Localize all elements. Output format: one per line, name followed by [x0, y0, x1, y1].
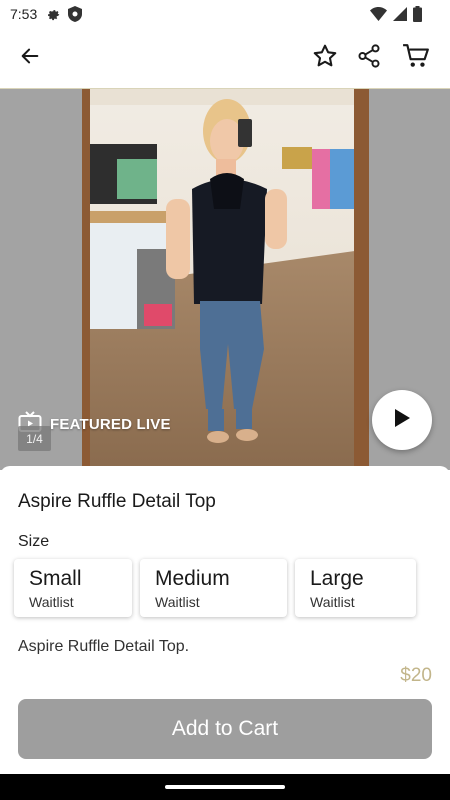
size-label: Size: [18, 533, 50, 550]
product-details-sheet: Aspire Ruffle Detail Top Size Small Wait…: [0, 466, 450, 654]
size-status: Waitlist: [155, 594, 200, 610]
featured-live-label: FEATURED LIVE: [50, 416, 171, 433]
status-bar: 7:53: [0, 0, 450, 28]
gear-icon: [46, 7, 61, 27]
system-nav-bar: [0, 774, 450, 800]
shield-icon: [68, 6, 82, 27]
product-price: $20: [400, 665, 432, 686]
star-icon: [312, 43, 338, 74]
size-name: Small: [29, 567, 82, 590]
play-icon: [392, 407, 412, 434]
home-handle[interactable]: [165, 785, 285, 789]
wifi-icon: [370, 7, 387, 26]
app-bar: [0, 28, 450, 90]
back-button[interactable]: [14, 42, 46, 74]
signal-icon: [393, 7, 407, 26]
image-counter: 1/4: [18, 426, 51, 451]
share-icon: [356, 43, 382, 74]
product-description: Aspire Ruffle Detail Top.: [18, 638, 190, 654]
size-option-large[interactable]: Large Waitlist: [295, 559, 416, 617]
product-media[interactable]: FEATURED LIVE 1/4: [0, 89, 450, 470]
cart-icon: [402, 43, 430, 74]
battery-icon: [413, 6, 422, 27]
status-icons: [370, 6, 422, 27]
favorite-button[interactable]: [309, 42, 341, 74]
back-arrow-icon: [19, 45, 41, 72]
size-option-small[interactable]: Small Waitlist: [14, 559, 132, 617]
product-title: Aspire Ruffle Detail Top: [18, 491, 216, 512]
size-option-medium[interactable]: Medium Waitlist: [140, 559, 287, 617]
status-time: 7:53: [10, 6, 38, 22]
size-status: Waitlist: [310, 594, 355, 610]
play-button[interactable]: [372, 390, 432, 450]
size-name: Large: [310, 567, 364, 590]
cart-button[interactable]: [400, 42, 432, 74]
size-status: Waitlist: [29, 594, 74, 610]
share-button[interactable]: [353, 42, 385, 74]
size-name: Medium: [155, 567, 230, 590]
add-to-cart-button[interactable]: Add to Cart: [18, 699, 432, 759]
